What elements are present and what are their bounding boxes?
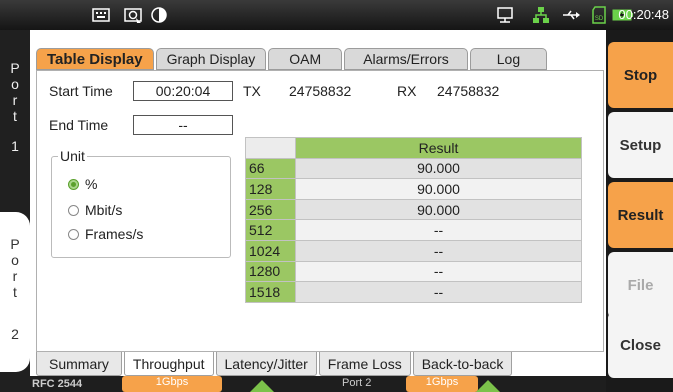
table-row: 1518 --	[245, 281, 582, 303]
port-1-letter: o	[11, 76, 19, 92]
table-row: 1280 --	[245, 260, 582, 283]
radio-selected-icon	[68, 178, 79, 190]
file-button[interactable]: File	[608, 252, 673, 318]
tab-oam[interactable]: OAM	[268, 48, 343, 70]
port2-speed-badge: 1Gbps	[406, 376, 478, 392]
tab-alarms-errors[interactable]: Alarms/Errors	[344, 48, 468, 70]
table-row: 66 90.000	[245, 157, 582, 180]
frame-size-cell: 256	[245, 198, 296, 221]
table-row: 256 90.000	[245, 198, 582, 221]
usb-icon	[562, 6, 580, 24]
results-table: Result 66 90.000 128 90.000 256 90.000 5…	[245, 137, 582, 303]
svg-text:SD: SD	[595, 16, 604, 22]
setup-button[interactable]: Setup	[608, 112, 673, 178]
start-time-field: 00:20:04	[133, 81, 233, 101]
rx-label: RX	[397, 83, 417, 99]
result-cell: --	[295, 260, 582, 283]
table-row: 1024 --	[245, 239, 582, 262]
result-cell: 90.000	[295, 178, 582, 200]
result-cell: --	[295, 239, 582, 262]
tab-table-display[interactable]: Table Display	[36, 48, 154, 70]
result-button[interactable]: Result	[608, 182, 673, 248]
result-cell: 90.000	[295, 157, 582, 180]
link-up-icon	[250, 380, 274, 392]
unit-mbits-radio[interactable]: Mbit/s	[68, 202, 122, 218]
stop-button[interactable]: Stop	[608, 42, 673, 108]
test-name: RFC 2544	[32, 378, 83, 390]
clock: 00:20:48	[618, 7, 669, 22]
sd-card-icon: SD	[590, 6, 608, 24]
port-strip: P o r t 1 P o r t 2	[0, 30, 30, 392]
top-tabs: Table Display Graph Display OAM Alarms/E…	[36, 48, 548, 70]
frame-size-cell: 512	[245, 219, 296, 241]
table-header-row: Result	[245, 137, 582, 159]
keyboard-icon[interactable]	[92, 6, 110, 24]
result-cell: 90.000	[295, 198, 582, 221]
result-header: Result	[295, 137, 582, 159]
port-2-number: 2	[11, 326, 19, 342]
tab-throughput[interactable]: Throughput	[123, 352, 214, 376]
contrast-icon[interactable]	[150, 6, 168, 24]
unit-frames-radio[interactable]: Frames/s	[68, 226, 143, 242]
frame-size-cell: 128	[245, 178, 296, 200]
network-icon	[532, 6, 550, 24]
port-1-letter: r	[12, 92, 18, 108]
port-1-letter: P	[10, 60, 20, 76]
end-time-label: End Time	[49, 117, 109, 133]
frame-size-cell: 1518	[245, 281, 296, 303]
port-2-letter: P	[10, 236, 20, 252]
tab-back-to-back[interactable]: Back-to-back	[412, 352, 513, 376]
table-corner-cell	[245, 137, 296, 159]
bottom-tabs: Summary Throughput Latency/Jitter Frame …	[36, 352, 513, 376]
port-2-tab[interactable]: P o r t 2	[0, 212, 30, 372]
main-panel: Table Display Graph Display OAM Alarms/E…	[30, 30, 606, 392]
link-up-icon	[476, 380, 500, 392]
content-area: Start Time 00:20:04 TX 24758832 RX 24758…	[36, 70, 604, 352]
unit-frames-label: Frames/s	[85, 226, 144, 242]
port-2-letter: o	[11, 252, 19, 268]
port-1-letter: t	[13, 108, 17, 124]
unit-mbits-label: Mbit/s	[85, 202, 123, 218]
close-button[interactable]: Close	[608, 312, 673, 378]
side-button-panel: Stop Setup Result File Close	[606, 30, 673, 392]
tx-value: 24758832	[289, 83, 352, 99]
end-time-field: --	[133, 115, 233, 135]
tx-label: TX	[243, 83, 261, 99]
status-bar: SD 00:20:48	[0, 0, 673, 30]
port-2-letter: t	[13, 284, 17, 300]
table-row: 128 90.000	[245, 178, 582, 200]
frame-size-cell: 66	[245, 157, 296, 180]
unit-group: Unit % Mbit/s Frames/s	[51, 148, 231, 258]
port2-label: Port 2	[342, 377, 372, 389]
screenshot-icon[interactable]	[124, 6, 142, 24]
monitor-icon	[496, 6, 514, 24]
port-status-line: RFC 2544 1Gbps Port 2 1Gbps	[30, 376, 606, 392]
unit-legend: Unit	[60, 148, 85, 164]
frame-size-cell: 1024	[245, 239, 296, 262]
tab-summary[interactable]: Summary	[36, 352, 122, 376]
port1-speed-badge: 1Gbps	[122, 376, 222, 392]
result-cell: --	[295, 281, 582, 303]
port-1-number: 1	[11, 138, 19, 154]
tab-graph-display[interactable]: Graph Display	[155, 48, 267, 70]
start-time-label: Start Time	[49, 83, 113, 99]
unit-percent-radio[interactable]: %	[68, 176, 97, 192]
unit-percent-label: %	[85, 176, 98, 192]
table-row: 512 --	[245, 219, 582, 241]
radio-unselected-icon	[68, 228, 79, 240]
tab-latency-jitter[interactable]: Latency/Jitter	[215, 352, 317, 376]
tab-frame-loss[interactable]: Frame Loss	[318, 352, 411, 376]
port-1-tab[interactable]: P o r t 1	[0, 44, 30, 214]
rx-value: 24758832	[437, 83, 500, 99]
tab-log[interactable]: Log	[469, 48, 548, 70]
frame-size-cell: 1280	[245, 260, 296, 283]
result-cell: --	[295, 219, 582, 241]
radio-unselected-icon	[68, 204, 79, 216]
port-2-letter: r	[12, 268, 18, 284]
